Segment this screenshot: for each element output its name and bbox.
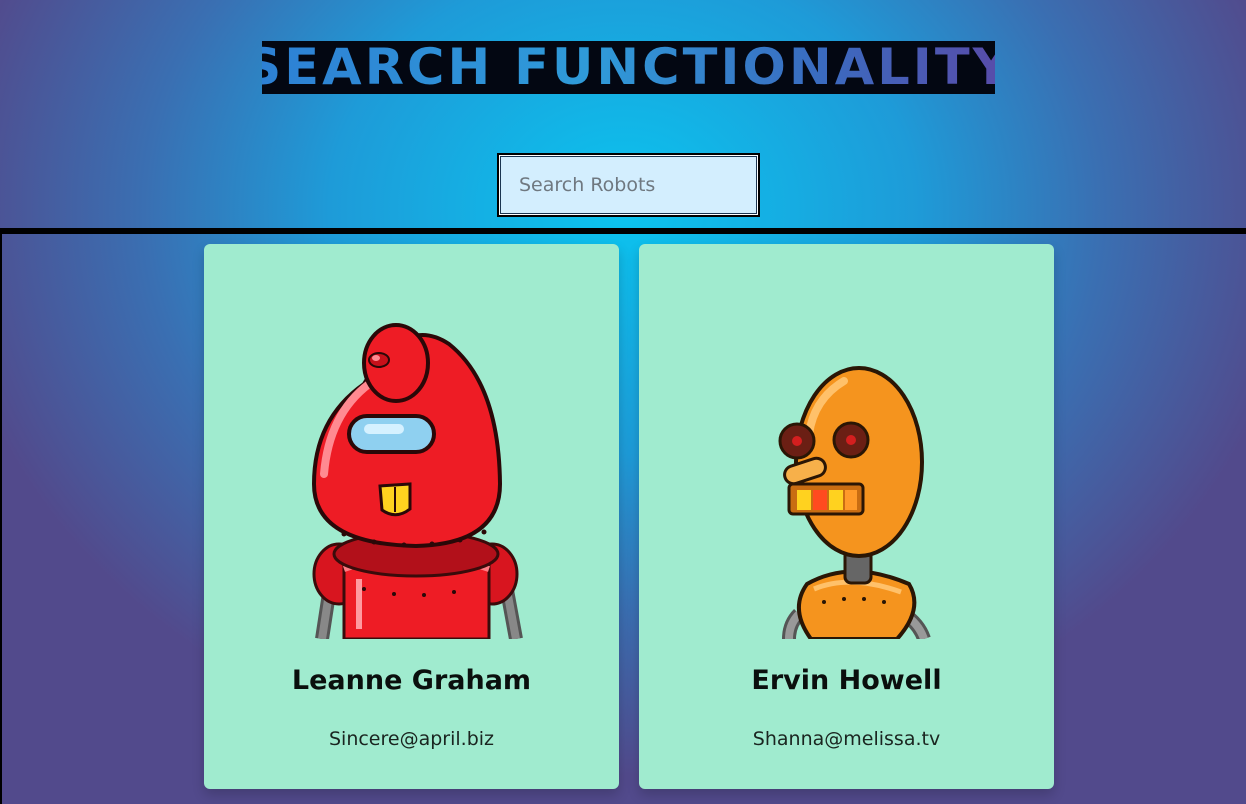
- page-title-banner: SEARCH FUNCTIONALITY: [262, 41, 995, 94]
- search-box: [497, 153, 760, 217]
- page-header: SEARCH FUNCTIONALITY: [0, 0, 1246, 228]
- orange-robot-avatar: [778, 366, 931, 639]
- robot-name: Leanne Graham: [291, 665, 532, 696]
- robot-card[interactable]: Leanne Graham Sincere@april.biz: [204, 244, 619, 789]
- search-input[interactable]: [500, 156, 757, 214]
- header-divider: [0, 228, 1246, 234]
- robot-name: Ervin Howell: [751, 665, 942, 696]
- robot-email: Sincere@april.biz: [328, 728, 495, 750]
- robot-email: Shanna@melissa.tv: [752, 728, 941, 750]
- robot-card[interactable]: Ervin Howell Shanna@melissa.tv: [639, 244, 1054, 789]
- content-left-border: [0, 234, 2, 804]
- page-title: SEARCH FUNCTIONALITY: [262, 41, 995, 94]
- red-robot-avatar: [311, 323, 523, 639]
